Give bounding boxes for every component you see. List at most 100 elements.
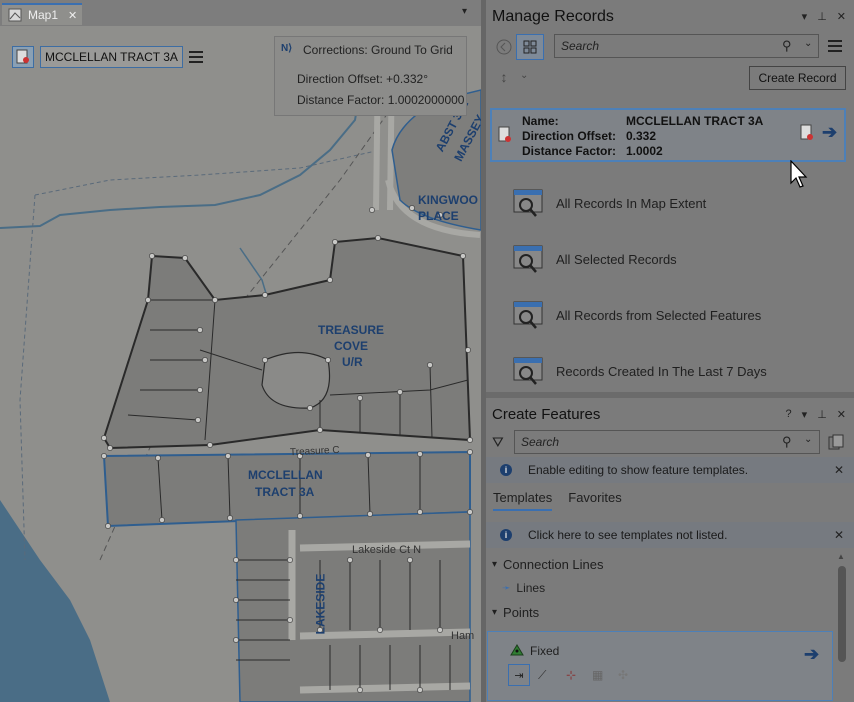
grid-tool-icon[interactable]: ▦ bbox=[592, 668, 603, 682]
south-parcels bbox=[235, 511, 471, 702]
record-icon bbox=[498, 126, 511, 142]
info-templates-text: Click here to see templates not listed. bbox=[528, 528, 728, 542]
query-all-selected-records[interactable]: All Selected Records bbox=[512, 241, 842, 277]
chevron-down-icon[interactable]: ▾ bbox=[802, 408, 808, 421]
ground-to-grid-icon: N⟩ bbox=[281, 43, 293, 54]
query-records-icon bbox=[513, 357, 543, 385]
template-lines[interactable]: ➛ Lines bbox=[502, 581, 545, 595]
info-bar-editing: i Enable editing to show feature templat… bbox=[486, 457, 854, 483]
records-search-input[interactable]: Search bbox=[554, 34, 819, 58]
templates-search-input[interactable]: Search bbox=[514, 430, 820, 454]
scroll-up-icon[interactable]: ▲ bbox=[837, 552, 845, 561]
point-tool-button[interactable]: ⇥ bbox=[508, 664, 530, 686]
query-all-records-in-extent[interactable]: All Records In Map Extent bbox=[512, 185, 842, 221]
map-pane[interactable]: Map1 ✕ ▾ ABST 342 MASSEY KINGWOO PLACE T… bbox=[0, 0, 481, 702]
chevron-down-icon: ▾ bbox=[492, 607, 498, 618]
pane-controls: ? ▾ ⊥ ✕ bbox=[786, 408, 846, 421]
group-connection-lines[interactable]: ▾ Connection Lines bbox=[492, 557, 604, 572]
close-icon[interactable]: ✕ bbox=[68, 9, 77, 22]
arrow-right-icon[interactable]: ➔ bbox=[822, 122, 837, 143]
query-label: All Records In Map Extent bbox=[556, 195, 707, 211]
map-tab[interactable]: Map1 ✕ bbox=[2, 3, 82, 25]
boundary-line-2 bbox=[19, 194, 36, 561]
boundary-line bbox=[34, 149, 381, 196]
info-editing-text: Enable editing to show feature templates… bbox=[528, 463, 749, 477]
query-records-icon bbox=[513, 301, 543, 329]
manage-templates-icon[interactable] bbox=[828, 434, 844, 450]
group-label: Connection Lines bbox=[503, 557, 604, 572]
menu-icon[interactable] bbox=[828, 40, 842, 52]
create-record-button[interactable]: Create Record bbox=[749, 66, 846, 90]
info-bar-templates[interactable]: i Click here to see templates not listed… bbox=[486, 522, 854, 548]
move-tool-icon[interactable]: ✣ bbox=[618, 668, 628, 682]
grid-view-button[interactable] bbox=[516, 34, 544, 60]
record-direction-value: 0.332 bbox=[626, 129, 657, 143]
close-icon[interactable]: ✕ bbox=[837, 408, 846, 421]
distance-factor-value: 1.0002000000 bbox=[387, 93, 465, 107]
search-icon[interactable]: ⚲ bbox=[782, 434, 792, 450]
lake-shape bbox=[0, 500, 110, 702]
pane-controls: ▾ ⊥ ✕ bbox=[802, 10, 846, 23]
map-label-treasure-road: Treasure C bbox=[289, 444, 340, 459]
record-name-value: MCCLELLAN TRACT 3A bbox=[626, 114, 764, 128]
record-icon[interactable] bbox=[12, 46, 34, 68]
query-records-from-selected-features[interactable]: All Records from Selected Features bbox=[512, 297, 842, 333]
template-tabs: Templates Favorites bbox=[493, 490, 622, 511]
chevron-down-icon[interactable]: ⌄ bbox=[804, 38, 812, 49]
group-points[interactable]: ▾ Points bbox=[492, 605, 539, 620]
filter-icon[interactable]: ⛛ bbox=[492, 434, 504, 451]
line-tool-icon[interactable]: ⟋ bbox=[538, 668, 546, 683]
set-active-record-icon[interactable] bbox=[800, 124, 814, 142]
record-direction-label: Direction Offset: bbox=[522, 129, 617, 143]
close-icon[interactable]: ✕ bbox=[834, 463, 844, 477]
distance-factor-label: Distance Factor: bbox=[297, 93, 385, 107]
map-label-treasure: TREASURE bbox=[318, 323, 385, 337]
chevron-down-icon[interactable]: ⌄ bbox=[520, 70, 528, 81]
record-card[interactable]: Name: MCCLELLAN TRACT 3A Direction Offse… bbox=[490, 108, 846, 162]
split-tool-icon[interactable]: ⊹ bbox=[566, 668, 576, 682]
group-label: Points bbox=[503, 605, 540, 620]
close-icon[interactable]: ✕ bbox=[837, 10, 846, 23]
query-label: All Selected Records bbox=[556, 251, 677, 267]
record-distance-value: 1.0002 bbox=[626, 144, 663, 158]
chevron-down-icon[interactable]: ⌄ bbox=[804, 434, 812, 445]
active-record-name[interactable]: MCCLELLAN TRACT 3A bbox=[40, 46, 183, 68]
template-fixed-label: Fixed bbox=[530, 644, 560, 658]
distance-factor-row: Distance Factor: 1.0002000000 bbox=[297, 93, 464, 107]
scrollbar[interactable]: ▲ bbox=[836, 552, 848, 676]
chevron-down-icon: ▾ bbox=[492, 559, 498, 570]
direction-offset-value: +0.332° bbox=[386, 72, 428, 86]
chevron-down-icon[interactable]: ▾ bbox=[802, 10, 808, 23]
map-label-ham: Ham bbox=[451, 630, 475, 642]
tab-templates[interactable]: Templates bbox=[493, 490, 553, 511]
query-records-last-7-days[interactable]: Records Created In The Last 7 Days bbox=[512, 353, 842, 389]
scrollbar-thumb[interactable] bbox=[838, 566, 846, 662]
map-label-mcclellan: MCCLELLAN bbox=[248, 468, 323, 482]
create-features-title: Create Features bbox=[492, 406, 601, 423]
help-icon[interactable]: ? bbox=[786, 408, 792, 421]
query-label: Records Created In The Last 7 Days bbox=[556, 363, 767, 379]
point-tool-icon: ⇥ bbox=[514, 669, 524, 682]
pin-icon[interactable]: ⊥ bbox=[817, 10, 827, 23]
map-canvas[interactable] bbox=[0, 26, 481, 702]
sort-button[interactable]: ↕ bbox=[492, 64, 516, 90]
map-tab-bar: Map1 ✕ ▾ bbox=[0, 0, 481, 26]
map-label-lakeside: LAKESIDE bbox=[313, 573, 328, 635]
chevron-down-icon[interactable]: ▾ bbox=[462, 6, 467, 17]
direction-offset-label: Direction Offset: bbox=[297, 72, 383, 86]
back-button[interactable] bbox=[490, 34, 518, 60]
line-template-icon: ➛ bbox=[502, 582, 511, 594]
treasure-cove-cul bbox=[261, 351, 331, 409]
arrow-right-icon[interactable]: ➔ bbox=[804, 644, 819, 665]
tab-favorites[interactable]: Favorites bbox=[568, 490, 621, 511]
search-icon[interactable]: ⚲ bbox=[782, 38, 792, 54]
template-fixed[interactable]: Fixed ➔ ⇥ ⟋ ⊹ ▦ ✣ bbox=[487, 631, 833, 701]
info-icon: i bbox=[500, 529, 512, 541]
corrections-title: Corrections: Ground To Grid bbox=[303, 43, 453, 57]
close-icon[interactable]: ✕ bbox=[834, 528, 844, 542]
direction-offset-row: Direction Offset: +0.332° bbox=[297, 72, 428, 86]
treasure-cove-outline bbox=[102, 236, 472, 450]
map-icon bbox=[8, 8, 22, 22]
menu-icon[interactable] bbox=[188, 51, 203, 63]
pin-icon[interactable]: ⊥ bbox=[817, 408, 827, 421]
